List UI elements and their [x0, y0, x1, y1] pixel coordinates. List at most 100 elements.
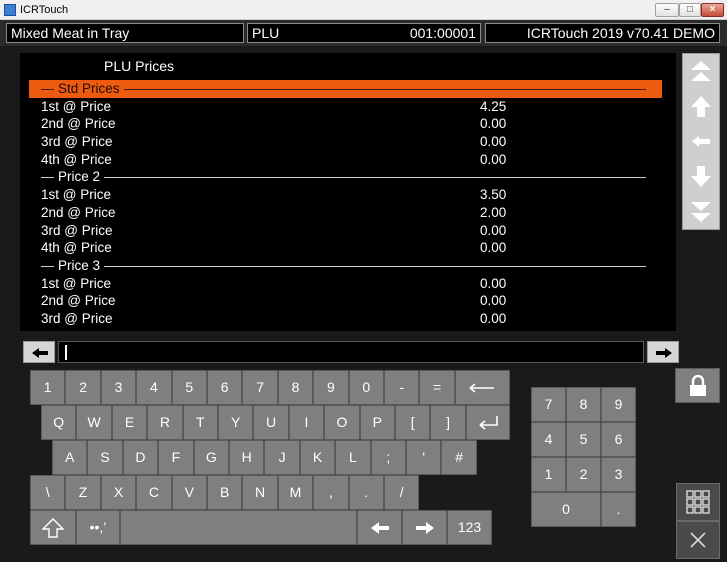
key-3[interactable]: 4 [136, 370, 172, 405]
key-9-r4[interactable]: . [348, 475, 384, 510]
price-label: 3rd @ Price [41, 222, 113, 238]
price-row[interactable]: 3rd @ Price 0.00 [20, 222, 676, 240]
key-q[interactable]: Q [41, 405, 77, 440]
key-4-r3[interactable]: G [193, 440, 229, 475]
key-r[interactable]: R [147, 405, 183, 440]
key-4[interactable]: 5 [171, 370, 207, 405]
price-section-header[interactable]: Price 2 [20, 168, 676, 187]
minimize-button[interactable]: – [655, 3, 679, 17]
cursor-left-button[interactable] [23, 341, 55, 363]
lock-icon [689, 374, 706, 396]
price-row[interactable]: 2nd @ Price 2.00 [20, 204, 676, 222]
numpad-key-8[interactable]: 8 [566, 387, 601, 422]
numpad-key-9[interactable]: 9 [601, 387, 636, 422]
price-label: 1st @ Price [41, 275, 111, 291]
numpad-key-4[interactable]: 4 [531, 422, 566, 457]
backspace-key[interactable] [454, 370, 510, 405]
key-7-r3[interactable]: K [299, 440, 336, 475]
price-section-header[interactable]: Price 3 [20, 256, 676, 275]
scroll-up-button[interactable] [683, 89, 719, 124]
numpad-key-6[interactable]: 6 [601, 422, 636, 457]
cursor-right-key[interactable] [402, 510, 447, 545]
key-5-r3[interactable]: H [229, 440, 265, 475]
key-10[interactable]: - [384, 370, 420, 405]
space-key[interactable] [120, 510, 357, 545]
price-row[interactable]: 2nd @ Price 0.00 [20, 292, 676, 310]
key-2[interactable]: 3 [100, 370, 137, 405]
key-8-r3[interactable]: L [335, 440, 371, 475]
key-10-r3[interactable]: ' [406, 440, 442, 475]
page-up-button[interactable] [683, 54, 719, 89]
key-i[interactable]: I [288, 405, 325, 440]
price-row[interactable]: 4th @ Price 0.00 [20, 239, 676, 257]
cursor-right-button[interactable] [647, 341, 679, 363]
price-row[interactable]: 1st @ Price 0.00 [20, 275, 676, 293]
key-11[interactable]: = [419, 370, 455, 405]
lock-button[interactable] [675, 368, 720, 403]
price-row[interactable]: 1st @ Price 4.25 [20, 98, 676, 116]
key-11-r3[interactable]: # [441, 440, 477, 475]
grid-menu-button[interactable] [676, 483, 720, 521]
key-1-r4[interactable]: Z [65, 475, 101, 510]
key-0[interactable]: 1 [30, 370, 66, 405]
key-t[interactable]: T [182, 405, 218, 440]
arrow-left-icon [32, 348, 48, 358]
key-6[interactable]: 7 [242, 370, 278, 405]
key-8[interactable]: 9 [313, 370, 349, 405]
close-button[interactable] [676, 521, 720, 559]
key-o[interactable]: O [324, 405, 360, 440]
back-button[interactable] [683, 124, 719, 159]
key-4-r4[interactable]: V [171, 475, 207, 510]
symbols-key[interactable]: ••,’ [76, 510, 120, 545]
scroll-down-button[interactable] [683, 159, 719, 194]
key-9-r3[interactable]: ; [370, 440, 406, 475]
key-[[interactable]: [ [395, 405, 431, 440]
numpad-key-3[interactable]: 3 [601, 457, 636, 492]
numeric-toggle-key[interactable]: 123 [447, 510, 492, 545]
key-3-r4[interactable]: C [136, 475, 172, 510]
key-3-r3[interactable]: F [158, 440, 194, 475]
text-input[interactable] [58, 341, 644, 363]
key-u[interactable]: U [253, 405, 289, 440]
key-2-r3[interactable]: D [122, 440, 159, 475]
close-window-button[interactable]: × [701, 3, 724, 17]
key-0-r4[interactable]: \ [30, 475, 66, 510]
key-1-r3[interactable]: S [87, 440, 123, 475]
numpad-key-7[interactable]: 7 [531, 387, 566, 422]
numpad-key-5[interactable]: 5 [566, 422, 601, 457]
cursor-left-key[interactable] [357, 510, 402, 545]
price-row[interactable]: 3rd @ Price 0.00 [20, 310, 676, 328]
numpad-key-2[interactable]: 2 [566, 457, 601, 492]
key-10-r4[interactable]: / [384, 475, 420, 510]
price-row[interactable]: 2nd @ Price 0.00 [20, 115, 676, 133]
key-7-r4[interactable]: M [277, 475, 314, 510]
mode-display: PLU 001:00001 [247, 23, 481, 43]
key-8-r4[interactable]: , [313, 475, 349, 510]
key-5[interactable]: 6 [207, 370, 243, 405]
shift-key[interactable] [30, 510, 76, 545]
key-6-r3[interactable]: J [264, 440, 300, 475]
maximize-button[interactable]: □ [679, 3, 701, 17]
key-][interactable]: ] [430, 405, 466, 440]
key-5-r4[interactable]: B [207, 475, 243, 510]
numpad-key-decimal[interactable]: . [601, 492, 636, 527]
price-row[interactable]: 1st @ Price 3.50 [20, 186, 676, 204]
price-row[interactable]: 3rd @ Price 0.00 [20, 133, 676, 151]
key-7[interactable]: 8 [277, 370, 314, 405]
price-value: 4.25 [480, 98, 507, 114]
key-y[interactable]: Y [218, 405, 254, 440]
key-0-r3[interactable]: A [52, 440, 88, 475]
price-row[interactable]: 4th @ Price 0.00 [20, 151, 676, 169]
key-w[interactable]: W [76, 405, 112, 440]
price-section-header[interactable]: Std Prices [29, 80, 662, 98]
key-2-r4[interactable]: X [100, 475, 137, 510]
key-p[interactable]: P [359, 405, 395, 440]
numpad-key-0[interactable]: 0 [531, 492, 601, 527]
page-down-button[interactable] [683, 194, 719, 229]
key-9[interactable]: 0 [348, 370, 384, 405]
enter-key[interactable] [465, 405, 510, 440]
key-1[interactable]: 2 [65, 370, 101, 405]
numpad-key-1[interactable]: 1 [531, 457, 566, 492]
key-6-r4[interactable]: N [242, 475, 278, 510]
key-e[interactable]: E [111, 405, 148, 440]
